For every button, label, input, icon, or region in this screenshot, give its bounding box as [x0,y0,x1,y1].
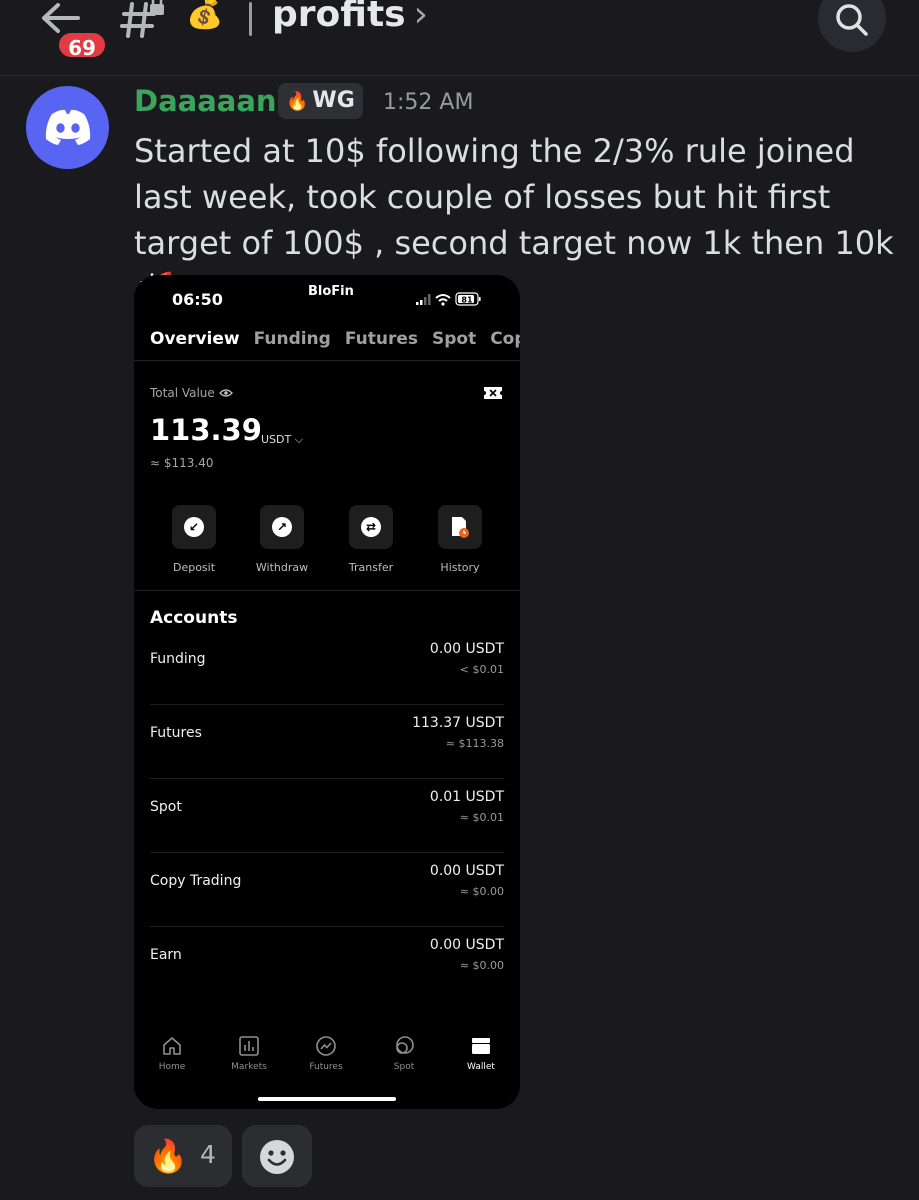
transfer-label: Transfer [348,561,394,574]
tag-label: WG [312,88,355,113]
nav-wallet[interactable]: Wallet [446,1035,516,1072]
total-value-usd: ≈ $113.40 [150,456,214,470]
nav-spot[interactable]: Spot [369,1035,439,1072]
discord-logo-icon [45,109,91,145]
tag-fire-icon: 🔥 [286,91,309,112]
account-amount: 0.00 USDT [429,863,504,879]
history-label: History [440,561,480,574]
channel-header: 69 💰 profits › [0,0,919,76]
locked-channel-hash-icon [120,0,164,38]
account-amount: 0.00 USDT [429,641,504,657]
reaction-count: 4 [200,1140,216,1169]
currency-selector[interactable]: USDT ⌵ [261,433,303,447]
futures-icon [316,1036,336,1056]
nav-label: Wallet [467,1062,495,1072]
account-usd: < $0.01 [459,663,504,676]
tab-funding[interactable]: Funding [254,329,331,349]
tab-overview[interactable]: Overview [150,329,240,349]
tabs-divider [134,360,520,361]
channel-emoji: 💰 [186,0,224,31]
username[interactable]: Daaaaann [134,84,297,118]
battery-level: 81 [461,295,473,304]
account-usd: ≈ $0.00 [459,959,504,972]
wallet-icon [472,1038,490,1054]
account-name: Copy Trading [150,873,242,889]
tab-spot[interactable]: Spot [432,329,476,349]
attached-screenshot[interactable]: 06:50 BloFin 81 Overview Funding Futures Sp… [134,275,520,1109]
transfer-icon: ⇄ [361,517,381,537]
account-name: Futures [150,725,202,741]
account-usd: ≈ $113.38 [445,737,504,750]
account-row-copy-trading[interactable]: Copy Trading 0.00 USDT ≈ $0.00 [150,853,504,927]
spot-icon [396,1036,414,1054]
channel-title[interactable]: profits › [272,0,428,35]
account-amount: 0.00 USDT [429,937,504,953]
actions-divider [134,590,520,591]
fire-icon: 🔥 [148,1137,188,1175]
account-usd: ≈ $0.00 [459,885,504,898]
deposit-button[interactable]: ↙ Deposit [154,505,234,574]
account-row-futures[interactable]: Futures 113.37 USDT ≈ $113.38 [150,705,504,779]
transfer-button[interactable]: ⇄ Transfer [331,505,411,574]
ticket-icon[interactable] [483,385,503,401]
account-amount: 0.01 USDT [429,789,504,805]
avatar[interactable] [26,86,109,169]
nav-label: Spot [393,1062,415,1072]
account-amount: 113.37 USDT [412,715,504,731]
account-row-funding[interactable]: Funding 0.00 USDT < $0.01 [150,631,504,705]
accounts-heading: Accounts [150,608,238,628]
tab-futures[interactable]: Futures [345,329,418,349]
account-usd: ≈ $0.01 [459,811,504,824]
history-icon [452,517,469,538]
message-timestamp: 1:52 AM [383,90,474,115]
account-name: Spot [150,799,182,815]
phone-clock: 06:50 [172,290,223,309]
search-icon [836,4,868,36]
nav-futures[interactable]: Futures [291,1035,361,1072]
account-row-spot[interactable]: Spot 0.01 USDT ≈ $0.01 [150,779,504,853]
withdraw-label: Withdraw [255,561,309,574]
nav-label: Home [158,1062,186,1072]
eye-icon[interactable] [218,388,233,398]
search-button[interactable] [818,0,886,52]
deposit-icon: ↙ [184,517,204,537]
nav-markets[interactable]: Markets [214,1035,284,1072]
status-icons: 81 [416,292,481,306]
account-name: Earn [150,947,182,963]
tab-copy[interactable]: Copy [490,329,520,349]
nav-label: Futures [309,1062,343,1072]
account-name: Funding [150,651,206,667]
title-separator [249,2,252,36]
nav-label: Markets [231,1062,267,1072]
total-value-label: Total Value [150,386,233,400]
account-row-earn[interactable]: Earn 0.00 USDT ≈ $0.00 [150,927,504,1001]
withdraw-icon: ↗ [272,517,292,537]
channel-name: profits [272,0,406,35]
home-indicator [258,1097,396,1101]
withdraw-button[interactable]: ↗ Withdraw [242,505,322,574]
markets-icon [239,1036,259,1056]
role-tag[interactable]: 🔥 WG [278,83,363,119]
nav-home[interactable]: Home [137,1035,207,1072]
deposit-label: Deposit [172,561,216,574]
account-tabs: Overview Funding Futures Spot Copy [150,329,520,349]
bottom-nav: Home Markets Futures Spot Wallet [134,1035,520,1085]
brand-logo: BloFin [308,284,354,299]
add-reaction-button[interactable] [242,1125,312,1187]
reaction-fire[interactable]: 🔥 4 [134,1125,232,1187]
chevron-right-icon: › [413,0,428,35]
unread-badge: 69 [56,30,108,60]
history-button[interactable]: History [420,505,500,574]
smiley-face-icon [260,1140,294,1174]
home-icon [163,1037,181,1055]
total-value-amount: 113.39 [150,413,262,447]
